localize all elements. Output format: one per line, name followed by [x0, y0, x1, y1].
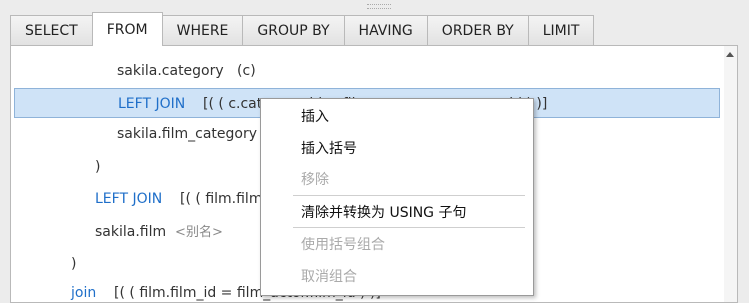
tab-limit[interactable]: LIMIT: [527, 15, 595, 45]
alias-placeholder[interactable]: <别名>: [175, 225, 223, 240]
menu-item-clear-convert-using[interactable]: 清除并转换为 USING 子句: [262, 198, 530, 228]
context-menu: 插入 插入括号 移除 清除并转换为 USING 子句 使用括号组合 取消组合: [260, 98, 534, 296]
clause-tab-bar: SELECT FROM WHERE GROUP BY HAVING ORDER …: [10, 12, 595, 46]
vertical-scrollbar[interactable]: [724, 46, 737, 302]
menu-separator: [293, 195, 525, 196]
table-name[interactable]: sakila.film: [95, 224, 166, 240]
table-row[interactable]: sakila.film_category: [117, 119, 257, 149]
paren-text: ): [71, 256, 77, 272]
tab-having[interactable]: HAVING: [343, 15, 428, 45]
scroll-up-arrow-icon[interactable]: [726, 52, 734, 57]
table-row[interactable]: sakila.film <别名>: [95, 217, 223, 247]
table-name[interactable]: sakila.film_category: [117, 126, 257, 142]
table-row[interactable]: sakila.category (c): [117, 56, 256, 86]
table-name[interactable]: sakila.category: [117, 63, 224, 79]
closing-paren[interactable]: ): [95, 152, 100, 182]
closing-paren[interactable]: ): [71, 249, 76, 279]
join-keyword[interactable]: LEFT JOIN: [118, 96, 185, 112]
menu-item-ungroup[interactable]: 取消组合: [262, 262, 530, 292]
tab-select[interactable]: SELECT: [10, 15, 93, 45]
tab-from[interactable]: FROM: [91, 12, 163, 46]
menu-item-remove[interactable]: 移除: [262, 165, 530, 195]
paren-text: ): [95, 159, 101, 175]
join-keyword[interactable]: join: [71, 285, 96, 301]
menu-item-insert-parens[interactable]: 插入括号: [262, 134, 530, 164]
join-keyword[interactable]: LEFT JOIN: [95, 191, 162, 207]
menu-item-insert[interactable]: 插入: [262, 102, 530, 132]
resize-grip[interactable]: [367, 4, 391, 9]
table-alias[interactable]: (c): [237, 63, 256, 79]
tab-group-by[interactable]: GROUP BY: [242, 15, 345, 45]
menu-separator: [293, 227, 525, 228]
menu-item-use-parens-group[interactable]: 使用括号组合: [262, 230, 530, 260]
tab-where[interactable]: WHERE: [161, 15, 244, 45]
tab-order-by[interactable]: ORDER BY: [426, 15, 529, 45]
